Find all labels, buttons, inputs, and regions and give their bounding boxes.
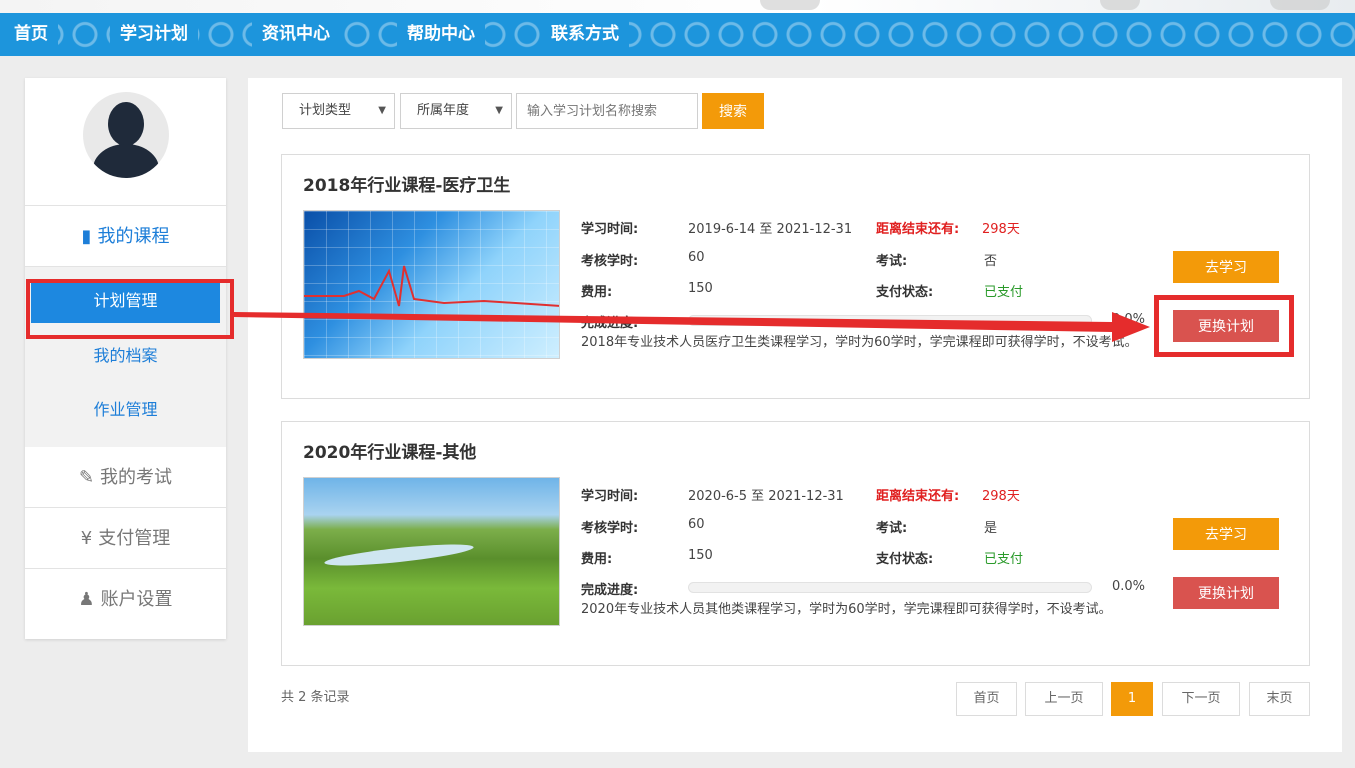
sidebar-item-label: 我的考试 [100, 467, 173, 488]
remaining-label: 距离结束还有: [876, 489, 960, 504]
exam-value: 是 [984, 521, 998, 536]
study-time-label: 学习时间: [581, 222, 639, 237]
fee-value: 150 [688, 281, 713, 296]
yen-icon: ¥ [80, 528, 93, 549]
go-learn-button[interactable]: 去学习 [1173, 251, 1279, 283]
nav-study-plan[interactable]: 学习计划 [110, 13, 198, 56]
search-input[interactable] [516, 93, 698, 129]
user-icon: ♟ [78, 589, 95, 610]
nav-contact[interactable]: 联系方式 [541, 13, 629, 56]
heartbeat-icon [304, 265, 559, 307]
pager-current-page[interactable]: 1 [1111, 682, 1153, 716]
pay-status-label: 支付状态: [876, 552, 934, 567]
course-thumbnail[interactable] [303, 210, 560, 359]
course-thumbnail[interactable] [303, 477, 560, 626]
year-select[interactable]: 所属年度 ▼ [400, 93, 512, 129]
study-time-value: 2019-6-14 至 2021-12-31 [688, 222, 853, 237]
avatar[interactable] [83, 92, 169, 178]
remaining-value: 298天 [982, 489, 1020, 504]
sidebar-item-my-courses[interactable]: ▮ 我的课程 [25, 206, 226, 267]
course-title: 2018年行业课程-医疗卫生 [303, 176, 511, 196]
year-value: 所属年度 [417, 103, 470, 118]
top-banner-strip [0, 0, 1355, 13]
fee-value: 150 [688, 548, 713, 563]
change-plan-button[interactable]: 更换计划 [1173, 577, 1279, 609]
credit-hours-value: 60 [688, 250, 705, 265]
banner-decoration [760, 0, 820, 10]
study-time-label: 学习时间: [581, 489, 639, 504]
pager-prev-button[interactable]: 上一页 [1025, 682, 1103, 716]
pager-first-button[interactable]: 首页 [956, 682, 1017, 716]
sidebar-item-my-exams[interactable]: ✎ 我的考试 [25, 447, 226, 508]
plan-type-select[interactable]: 计划类型 ▼ [282, 93, 395, 129]
progress-bar [688, 582, 1092, 593]
banner-decoration [1100, 0, 1140, 10]
pay-status-value: 已支付 [984, 552, 1024, 567]
progress-percent: 0.0% [1112, 579, 1146, 594]
study-time-value: 2020-6-5 至 2021-12-31 [688, 489, 844, 504]
edit-icon: ✎ [78, 467, 95, 488]
exam-label: 考试: [876, 521, 908, 536]
credit-hours-value: 60 [688, 517, 705, 532]
pager-next-button[interactable]: 下一页 [1162, 682, 1240, 716]
thumbnail-river [323, 540, 475, 570]
chevron-down-icon: ▼ [495, 105, 503, 116]
book-icon: ▮ [81, 226, 92, 247]
remaining-value: 298天 [982, 222, 1020, 237]
nav-help-center[interactable]: 帮助中心 [397, 13, 485, 56]
main-nav: 首页 学习计划 资讯中心 帮助中心 联系方式 [0, 13, 1355, 56]
search-button[interactable]: 搜索 [702, 93, 764, 129]
go-learn-button[interactable]: 去学习 [1173, 518, 1279, 550]
chevron-down-icon: ▼ [378, 105, 386, 116]
nav-news-center[interactable]: 资讯中心 [252, 13, 340, 56]
plan-type-value: 计划类型 [299, 103, 352, 118]
sidebar-item-account[interactable]: ♟ 账户设置 [25, 569, 226, 630]
avatar-body-icon [93, 144, 159, 178]
exam-label: 考试: [876, 254, 908, 269]
exam-value: 否 [984, 254, 998, 269]
sidebar: ▮ 我的课程 计划管理 我的档案 作业管理 ✎ 我的考试 ¥ 支付管理 ♟ 账户设置 [25, 78, 226, 639]
progress-bar [688, 315, 1092, 326]
credit-hours-label: 考核学时: [581, 521, 639, 536]
pager-last-button[interactable]: 末页 [1249, 682, 1310, 716]
fee-label: 费用: [581, 552, 613, 567]
course-description: 2020年专业技术人员其他类课程学习，学时为60学时，学完课程即可获得学时，不设… [581, 602, 1112, 617]
course-title: 2020年行业课程-其他 [303, 443, 477, 463]
nav-cloud-pattern [0, 13, 1355, 56]
banner-decoration [1270, 0, 1330, 10]
nav-home[interactable]: 首页 [4, 13, 58, 56]
sidebar-item-label: 我的课程 [97, 226, 170, 247]
course-description: 2018年专业技术人员医疗卫生类课程学习，学时为60学时，学完课程即可获得学时，… [581, 335, 1138, 350]
progress-label: 完成进度: [581, 316, 639, 331]
progress-percent: 0.0% [1112, 312, 1146, 327]
sidebar-item-homework[interactable]: 作业管理 [25, 383, 226, 437]
avatar-section [25, 78, 226, 206]
annotation-highlight-box [1154, 295, 1294, 357]
sidebar-item-label: 支付管理 [98, 528, 171, 549]
pay-status-label: 支付状态: [876, 285, 934, 300]
credit-hours-label: 考核学时: [581, 254, 639, 269]
course-card: 2018年行业课程-医疗卫生 学习时间: 2019-6-14 至 2021-12… [281, 154, 1310, 399]
main-content: 计划类型 ▼ 所属年度 ▼ 搜索 2018年行业课程-医疗卫生 学习时间: 20… [248, 78, 1342, 752]
progress-label: 完成进度: [581, 583, 639, 598]
sidebar-item-payment[interactable]: ¥ 支付管理 [25, 508, 226, 569]
annotation-highlight-box [26, 279, 234, 339]
pay-status-value: 已支付 [984, 285, 1024, 300]
course-card: 2020年行业课程-其他 学习时间: 2020-6-5 至 2021-12-31… [281, 421, 1310, 666]
fee-label: 费用: [581, 285, 613, 300]
avatar-head-icon [108, 102, 144, 146]
remaining-label: 距离结束还有: [876, 222, 960, 237]
sidebar-item-label: 账户设置 [100, 589, 173, 610]
record-count: 共 2 条记录 [281, 690, 350, 705]
